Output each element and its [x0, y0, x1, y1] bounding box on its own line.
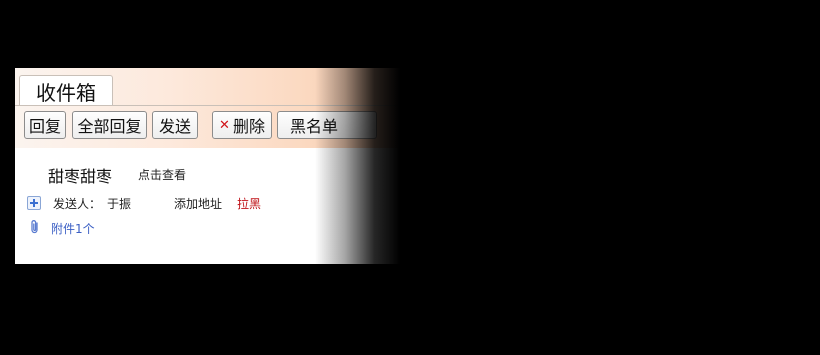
- tab-inbox[interactable]: 收件箱: [19, 75, 113, 106]
- block-sender-link[interactable]: 拉黑: [237, 195, 261, 212]
- tab-inbox-label: 收件箱: [36, 80, 96, 105]
- reply-button-label: 回复: [28, 117, 61, 136]
- close-x-icon: ✕: [219, 117, 230, 133]
- delete-button[interactable]: ✕ 删除: [212, 111, 272, 139]
- fade-overlay: [315, 68, 400, 264]
- delete-button-label: 删除: [232, 117, 265, 136]
- view-link[interactable]: 点击查看: [138, 166, 186, 183]
- attachment-link[interactable]: 附件1个: [51, 220, 95, 237]
- mail-panel: 收件箱 回复 全部回复 发送 ✕ 删除 黑名单 甜枣甜枣 点击查看 发送人： 于…: [15, 68, 400, 264]
- plus-square-icon[interactable]: [27, 196, 41, 210]
- forward-button-label: 发送: [158, 117, 191, 136]
- sender-name: 于振: [107, 197, 132, 211]
- reply-all-button[interactable]: 全部回复: [72, 111, 147, 139]
- forward-button[interactable]: 发送: [152, 111, 198, 139]
- reply-button[interactable]: 回复: [24, 111, 66, 139]
- sender-label: 发送人：: [53, 197, 102, 211]
- message-subject: 甜枣甜枣: [48, 167, 113, 186]
- reply-all-button-label: 全部回复: [77, 117, 142, 136]
- add-address-link[interactable]: 添加地址: [174, 195, 222, 212]
- paperclip-icon: [31, 220, 38, 234]
